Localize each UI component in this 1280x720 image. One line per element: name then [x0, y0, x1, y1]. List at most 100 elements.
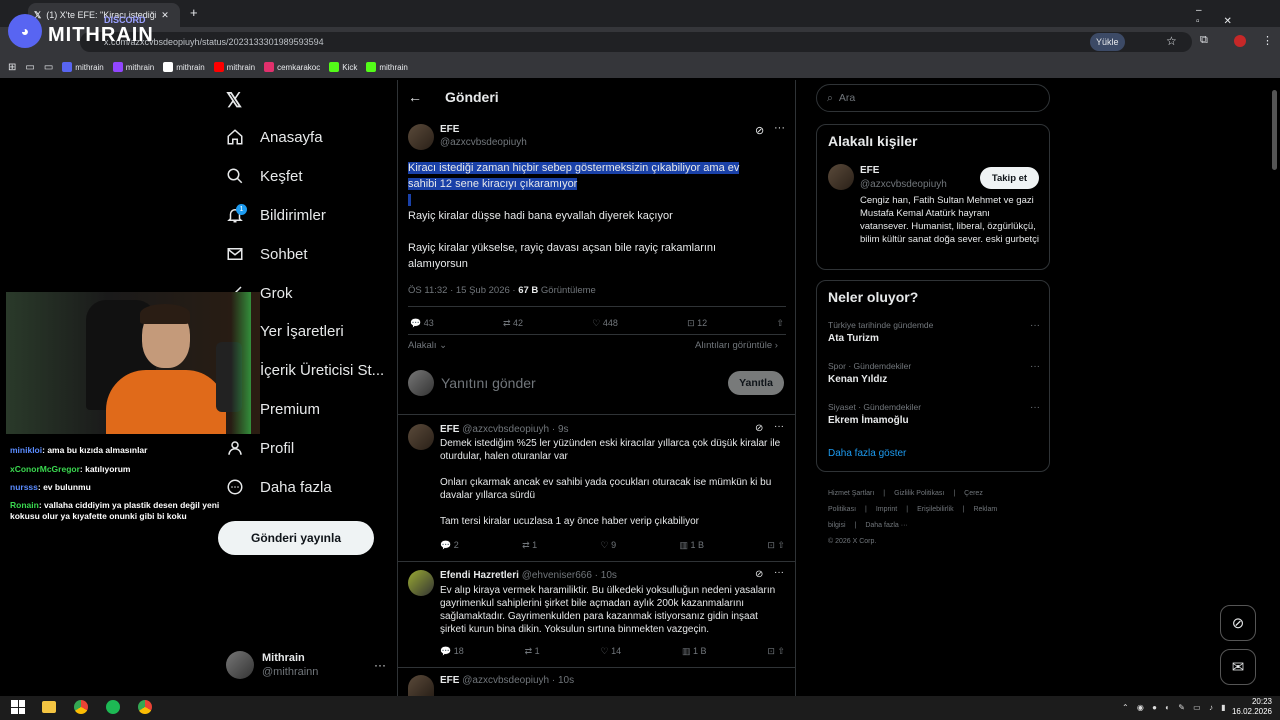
reply-action[interactable]: 💬 2: [440, 540, 459, 551]
scrollbar[interactable]: [1272, 90, 1277, 170]
repost-action[interactable]: ⇄ 1: [522, 540, 537, 551]
reply-avatar[interactable]: [408, 570, 434, 596]
account-name: Mithrain: [262, 652, 305, 664]
post-button[interactable]: Gönderi yayınla: [218, 521, 374, 555]
like-action[interactable]: ♡ 9: [601, 540, 617, 551]
views-action[interactable]: ▥ 1 B: [679, 540, 704, 551]
search-icon: ⌕: [827, 91, 833, 104]
account-avatar: [226, 651, 254, 679]
post-author-handle[interactable]: @azxcvbsdeopiuyh: [440, 137, 527, 148]
person-handle[interactable]: @azxcvbsdeopiuyh: [860, 179, 947, 190]
relevant-title: Alakalı kişiler: [828, 133, 918, 149]
reply-action[interactable]: 💬 43: [410, 318, 434, 329]
upload-button[interactable]: Yükle: [1090, 33, 1125, 51]
chrome-icon[interactable]: [74, 700, 88, 714]
trend-item[interactable]: Siyaset · Gündemdekiler Ekrem İmamoğlu ···: [828, 402, 1040, 426]
show-more-link[interactable]: Daha fazla göster: [828, 448, 906, 459]
post-more-icon[interactable]: ···: [774, 122, 785, 134]
reply-more-icon[interactable]: ···: [774, 567, 784, 578]
like-action[interactable]: ♡ 14: [601, 646, 622, 657]
footer-link[interactable]: Imprint: [876, 506, 897, 513]
bookmark-6[interactable]: Kick: [329, 62, 357, 72]
person-name[interactable]: EFE: [860, 165, 879, 176]
reply-header[interactable]: EFE @azxcvbsdeopiuyh · 10s: [440, 675, 574, 686]
nav-explore[interactable]: Keşfet: [226, 167, 303, 185]
window-controls[interactable]: –▫✕: [1196, 5, 1280, 27]
search-box[interactable]: ⌕ Ara: [816, 84, 1050, 112]
bookmark-1[interactable]: mithrain: [62, 62, 104, 72]
reply-grok-icon[interactable]: ⊘: [755, 423, 763, 434]
reply-more-icon[interactable]: ···: [774, 421, 784, 432]
star-icon[interactable]: ☆: [1166, 34, 1177, 48]
grok-fab[interactable]: ⊘: [1220, 605, 1256, 641]
post-avatar[interactable]: [408, 124, 434, 150]
messages-fab[interactable]: ✉: [1220, 649, 1256, 685]
reply-action[interactable]: 💬 18: [440, 646, 464, 657]
views-action[interactable]: ▥ 1 B: [682, 646, 707, 657]
folder-icon[interactable]: ▭: [25, 62, 34, 73]
new-tab-button[interactable]: +: [190, 5, 198, 20]
tray-icons[interactable]: ⌃ ◉ ● ◐ ✎ ▭ ♪ ▮: [1122, 703, 1229, 712]
bookmark-action[interactable]: ⊡ ⇧: [767, 646, 785, 657]
bookmark-7[interactable]: mithrain: [366, 62, 408, 72]
profile-avatar[interactable]: [1234, 35, 1246, 47]
explorer-icon[interactable]: [42, 701, 56, 713]
repost-action[interactable]: ⇄ 1: [525, 646, 540, 657]
view-quotes-link[interactable]: Alıntıları görüntüle ›: [695, 340, 778, 351]
bookmark-2[interactable]: mithrain: [112, 62, 154, 72]
account-switcher[interactable]: Mithrain @mithrainn ···: [226, 650, 386, 680]
trend-more-icon[interactable]: ···: [1030, 361, 1040, 372]
post-author-name[interactable]: EFE: [440, 124, 459, 135]
grok-explain-icon[interactable]: ⊘: [755, 124, 764, 137]
divider: [397, 414, 796, 415]
trend-context: Türkiye tarihinde gündemde: [828, 320, 934, 330]
windows-start-icon[interactable]: [11, 700, 25, 714]
bookmark-5[interactable]: cemkarakoc: [264, 62, 320, 72]
reply-header[interactable]: Efendi Hazretleri @ehveniser666 · 10s: [440, 570, 617, 581]
back-arrow-icon[interactable]: ←: [408, 89, 422, 105]
bookmark-action[interactable]: ⊡ ⇧: [767, 540, 785, 551]
reply-button[interactable]: Yanıtla: [728, 371, 784, 395]
trend-more-icon[interactable]: ···: [1030, 402, 1040, 413]
chrome-active-icon[interactable]: [138, 700, 152, 714]
account-more-icon[interactable]: ···: [374, 658, 386, 672]
reply-grok-icon[interactable]: ⊘: [755, 569, 763, 580]
repost-action[interactable]: ⇄ 42: [503, 318, 523, 329]
bookmark-4[interactable]: mithrain: [213, 62, 255, 72]
extensions-icon[interactable]: ⧉: [1200, 34, 1208, 47]
footer-link[interactable]: Daha fazla ···: [865, 522, 907, 529]
footer-separator: |: [883, 490, 886, 497]
tab-close-icon[interactable]: ✕: [161, 10, 169, 21]
footer-link[interactable]: Erişilebilirlik: [917, 506, 954, 513]
trend-more-icon[interactable]: ···: [1030, 320, 1040, 331]
trend-item[interactable]: Türkiye tarihinde gündemde Ata Turizm ···: [828, 320, 1040, 344]
footer-link[interactable]: Hizmet Şartları: [828, 490, 874, 497]
reply-actions: 💬 2 ⇄ 1 ♡ 9 ▥ 1 B ⊡ ⇧: [440, 540, 785, 551]
footer-link[interactable]: Gizlilik Politikası: [894, 490, 944, 497]
person-avatar[interactable]: [828, 164, 854, 190]
nav-home[interactable]: Anasayfa: [226, 128, 323, 146]
reply-avatar[interactable]: [408, 424, 434, 450]
x-logo-icon[interactable]: 𝕏: [226, 88, 242, 113]
spotify-icon[interactable]: [106, 700, 120, 714]
share-icon[interactable]: ⇧: [776, 318, 784, 329]
apps-icon[interactable]: ⊞: [8, 62, 16, 73]
selected-text: Kiracı istediği zaman hiçbir sebep göste…: [408, 162, 740, 190]
reply-avatar[interactable]: [408, 675, 434, 696]
trend-item[interactable]: Spor · Gündemdekiler Kenan Yıldız ···: [828, 361, 1040, 385]
nav-messages[interactable]: Sohbet: [226, 245, 308, 263]
bookmark-3[interactable]: mithrain: [163, 62, 205, 72]
view-count: 67 B: [518, 285, 539, 296]
like-action[interactable]: ♡ 448: [592, 318, 618, 329]
reply-header[interactable]: EFE @azxcvbsdeopiuyh · 9s: [440, 424, 569, 435]
clock[interactable]: 20:23 16.02.2026: [1228, 697, 1272, 717]
menu-icon[interactable]: ⋮: [1262, 34, 1273, 47]
post-text-selected: Kiracı istediği zaman hiçbir sebep göste…: [408, 160, 768, 192]
reply-actions: 💬 18 ⇄ 1 ♡ 14 ▥ 1 B ⊡ ⇧: [440, 646, 785, 657]
follow-button[interactable]: Takip et: [980, 167, 1039, 189]
address-bar[interactable]: x.com/azxcvbsdeopiuyh/status/20231333019…: [80, 32, 1192, 52]
reply-input[interactable]: Yanıtını gönder: [441, 375, 536, 391]
folder-icon-2[interactable]: ▭: [44, 62, 53, 73]
bookmark-action[interactable]: ⊡ 12: [687, 318, 707, 329]
sort-dropdown[interactable]: Alakalı ⌄: [408, 340, 447, 351]
